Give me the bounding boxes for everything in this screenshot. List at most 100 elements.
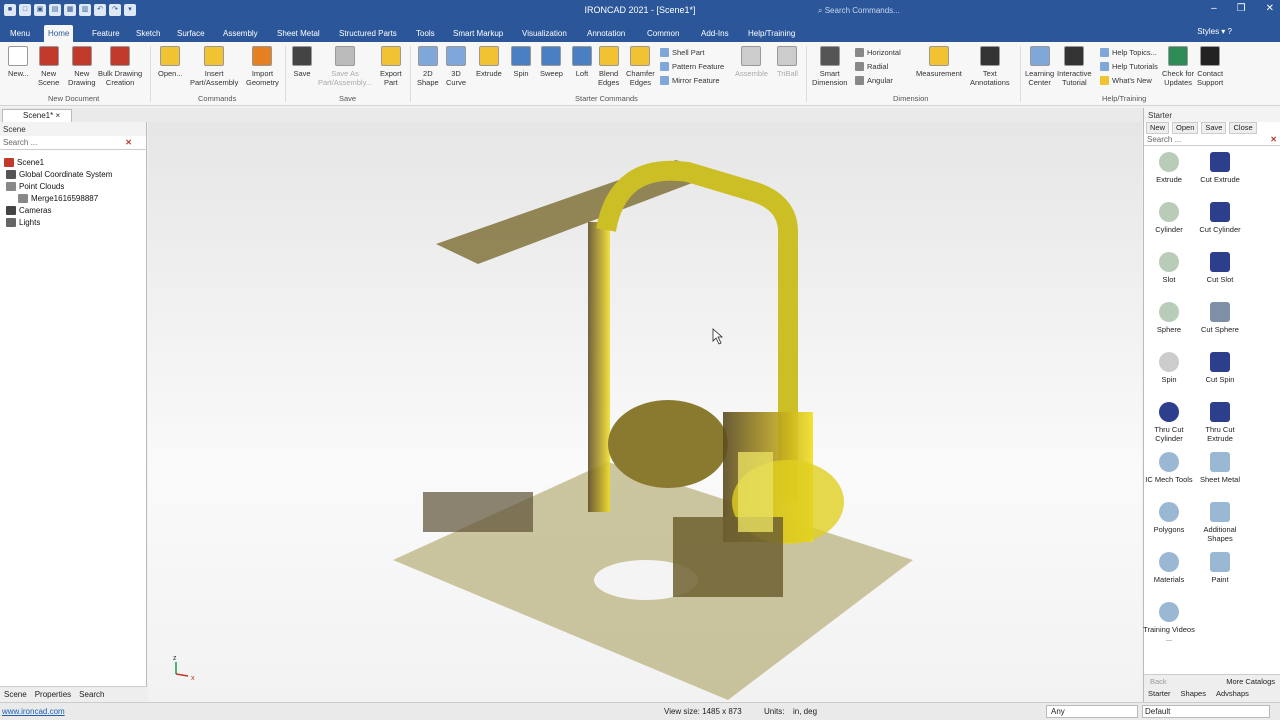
style-dropdown[interactable]: Default xyxy=(1142,705,1270,718)
tree-item-lights[interactable]: Lights xyxy=(6,218,40,227)
catalog-tab-shapes[interactable]: Shapes xyxy=(1181,689,1206,698)
back-button[interactable]: Back xyxy=(1150,677,1167,686)
ribbon-small-what-s-new[interactable]: What's New xyxy=(1100,76,1152,85)
catalog-item-additional-shapes[interactable]: Additional Shapes xyxy=(1192,502,1248,543)
ribbon-button-3d-curve[interactable]: 3D Curve xyxy=(446,46,466,87)
tab-sketch[interactable]: Sketch xyxy=(132,25,164,42)
catalog-tab-advshaps[interactable]: Advshaps xyxy=(1216,689,1249,698)
tab-help-training[interactable]: Help/Training xyxy=(744,25,799,42)
scene-tab-search[interactable]: Search xyxy=(79,690,104,699)
ribbon-button-loft[interactable]: Loft xyxy=(572,46,592,78)
ribbon-small-shell-part[interactable]: Shell Part xyxy=(660,48,705,57)
ribbon-small-mirror-feature[interactable]: Mirror Feature xyxy=(660,76,720,85)
ribbon-button-learning-center[interactable]: Learning Center xyxy=(1025,46,1054,87)
catalog-item-cut-extrude[interactable]: Cut Extrude xyxy=(1192,152,1248,184)
ribbon-small-radial[interactable]: Radial xyxy=(855,62,888,71)
catalog-item-paint[interactable]: Paint xyxy=(1192,552,1248,584)
ribbon-button-2d-shape[interactable]: 2D Shape xyxy=(417,46,439,87)
ribbon-button-new-drawing[interactable]: New Drawing xyxy=(68,46,96,87)
catalog-item-slot[interactable]: Slot xyxy=(1141,252,1197,284)
catalog-item-thru-cut-cylinder[interactable]: Thru Cut Cylinder xyxy=(1141,402,1197,443)
ribbon-button-contact-support[interactable]: Contact Support xyxy=(1197,46,1223,87)
tab-assembly[interactable]: Assembly xyxy=(219,25,262,42)
ribbon-small-help-topics[interactable]: Help Topics... xyxy=(1100,48,1157,57)
close-icon[interactable]: × xyxy=(55,111,60,120)
clear-search-icon[interactable]: ✕ xyxy=(125,138,132,147)
ribbon-button-interactive-tutorial[interactable]: Interactive Tutorial xyxy=(1057,46,1092,87)
ribbon-button-smart-dimension[interactable]: Smart Dimension xyxy=(812,46,847,87)
ribbon-button-save-as-part-assembly[interactable]: Save As Part/Assembly... xyxy=(318,46,372,87)
tree-item-merge1616598887[interactable]: Merge1616598887 xyxy=(18,194,98,203)
ribbon-button-import-geometry[interactable]: Import Geometry xyxy=(246,46,279,87)
ribbon-button-new-scene[interactable]: New Scene xyxy=(38,46,59,87)
catalog-item-cut-sphere[interactable]: Cut Sphere xyxy=(1192,302,1248,334)
tree-item-point-clouds[interactable]: Point Clouds xyxy=(6,182,64,191)
units-value[interactable]: in, deg xyxy=(793,707,817,716)
catalog-search-input[interactable]: Search ... ✕ xyxy=(1144,134,1280,146)
catalog-save-button[interactable]: Save xyxy=(1201,122,1227,134)
ribbon-button-triball[interactable]: TriBall xyxy=(777,46,798,78)
catalog-item-spin[interactable]: Spin xyxy=(1141,352,1197,384)
tab-surface[interactable]: Surface xyxy=(173,25,209,42)
tree-item-cameras[interactable]: Cameras xyxy=(6,206,51,215)
catalog-item-extrude[interactable]: Extrude xyxy=(1141,152,1197,184)
search-commands-input[interactable]: ⌕ Search Commands... xyxy=(818,3,988,19)
tab-feature[interactable]: Feature xyxy=(88,25,124,42)
close-icon[interactable]: ✕ xyxy=(1266,3,1274,14)
ribbon-button-save[interactable]: Save xyxy=(292,46,312,78)
tab-tools[interactable]: Tools xyxy=(412,25,439,42)
catalog-item-cut-cylinder[interactable]: Cut Cylinder xyxy=(1192,202,1248,234)
catalog-item-sheet-metal[interactable]: Sheet Metal xyxy=(1192,452,1248,484)
tree-item-scene1[interactable]: Scene1 xyxy=(4,158,44,167)
ribbon-small-help-tutorials[interactable]: Help Tutorials xyxy=(1100,62,1158,71)
styles-dropdown[interactable]: Styles ▾ ? xyxy=(1197,27,1232,36)
tab-menu[interactable]: Menu xyxy=(6,25,34,42)
ribbon-button-chamfer-edges[interactable]: Chamfer Edges xyxy=(626,46,655,87)
tab-common[interactable]: Common xyxy=(643,25,683,42)
ribbon-button-open[interactable]: Open... xyxy=(158,46,183,78)
ribbon-button-spin[interactable]: Spin xyxy=(511,46,531,78)
restore-icon[interactable]: ❐ xyxy=(1237,3,1246,14)
catalog-item-sphere[interactable]: Sphere xyxy=(1141,302,1197,334)
ribbon-button-bulk-drawing-creation[interactable]: Bulk Drawing Creation xyxy=(98,46,142,87)
catalog-close-button[interactable]: Close xyxy=(1229,122,1257,134)
scene-tab-scene[interactable]: Scene xyxy=(4,690,27,699)
website-link[interactable]: www.ironcad.com xyxy=(2,707,65,716)
ribbon-button-assemble[interactable]: Assemble xyxy=(735,46,768,78)
ribbon-small-horizontal[interactable]: Horizontal xyxy=(855,48,901,57)
ribbon-button-insert-part-assembly[interactable]: Insert Part/Assembly xyxy=(190,46,238,87)
catalog-item-cut-slot[interactable]: Cut Slot xyxy=(1192,252,1248,284)
ribbon-small-pattern-feature[interactable]: Pattern Feature xyxy=(660,62,724,71)
ribbon-button-new[interactable]: New... xyxy=(8,46,29,78)
tab-sheet-metal[interactable]: Sheet Metal xyxy=(273,25,324,42)
3d-viewport[interactable]: z x xyxy=(148,122,1142,702)
tab-annotation[interactable]: Annotation xyxy=(583,25,629,42)
more-catalogs-button[interactable]: More Catalogs xyxy=(1226,677,1275,686)
catalog-tab-starter[interactable]: Starter xyxy=(1148,689,1171,698)
clear-search-icon[interactable]: ✕ xyxy=(1270,135,1277,144)
catalog-item-training-videos[interactable]: Training Videos ... xyxy=(1141,602,1197,643)
catalog-item-thru-cut-extrude[interactable]: Thru Cut Extrude xyxy=(1192,402,1248,443)
catalog-item-polygons[interactable]: Polygons xyxy=(1141,502,1197,534)
tab-smart-markup[interactable]: Smart Markup xyxy=(449,25,507,42)
catalog-open-button[interactable]: Open xyxy=(1172,122,1199,134)
tree-item-global-coordinate-system[interactable]: Global Coordinate System xyxy=(6,170,112,179)
ribbon-button-measurement[interactable]: Measurement xyxy=(916,46,962,78)
catalog-item-cut-spin[interactable]: Cut Spin xyxy=(1192,352,1248,384)
tab-structured-parts[interactable]: Structured Parts xyxy=(335,25,401,42)
selection-filter-dropdown[interactable]: Any xyxy=(1046,705,1138,718)
tab-scene1[interactable]: Scene1* × xyxy=(2,109,72,122)
ribbon-button-extrude[interactable]: Extrude xyxy=(476,46,502,78)
ribbon-button-export-part[interactable]: Export Part xyxy=(380,46,402,87)
help-icon[interactable]: ? xyxy=(1228,27,1232,36)
ribbon-button-check-for-updates[interactable]: Check for Updates xyxy=(1162,46,1194,87)
scene-search-input[interactable]: Search ... ✕ xyxy=(0,136,146,150)
catalog-new-button[interactable]: New xyxy=(1146,122,1170,134)
tab-visualization[interactable]: Visualization xyxy=(518,25,571,42)
ribbon-button-sweep[interactable]: Sweep xyxy=(540,46,563,78)
catalog-item-materials[interactable]: Materials xyxy=(1141,552,1197,584)
ribbon-button-text-annotations[interactable]: Text Annotations xyxy=(970,46,1010,87)
catalog-item-cylinder[interactable]: Cylinder xyxy=(1141,202,1197,234)
tab-home[interactable]: Home xyxy=(44,25,74,42)
tab-add-ins[interactable]: Add-Ins xyxy=(697,25,733,42)
